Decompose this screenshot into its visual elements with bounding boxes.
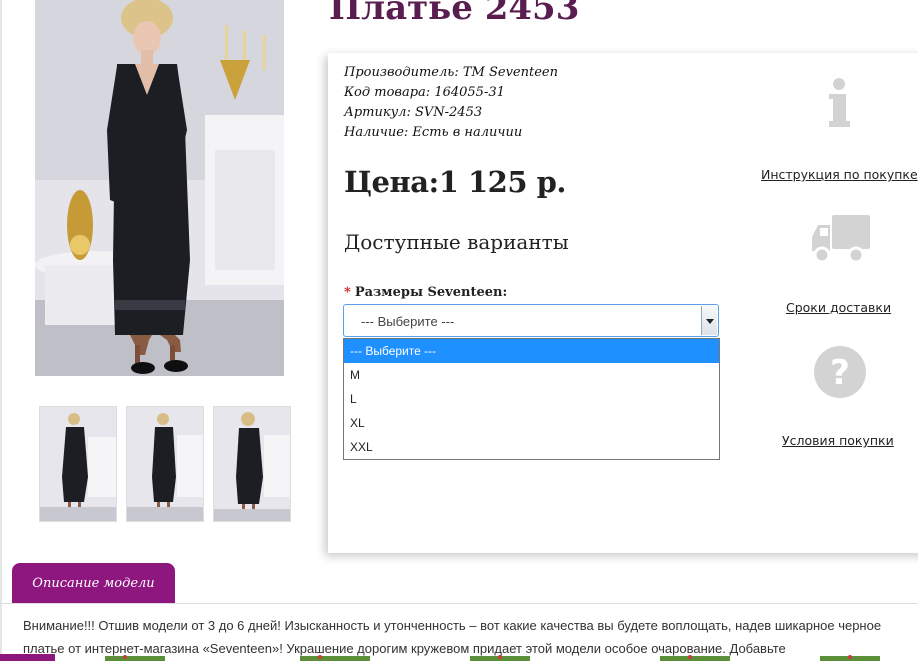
meta-label: Артикул: <box>344 105 411 120</box>
question-icon: ? <box>813 345 867 404</box>
product-info-panel: Производитель: TM Seventeen Код товара: … <box>328 53 918 553</box>
meta-value: 164055-31 <box>434 85 505 100</box>
meta-value: TM Seventeen <box>462 65 558 80</box>
page-left-border <box>0 0 2 661</box>
delivery-truck-icon <box>810 213 872 270</box>
size-option[interactable]: XL <box>344 411 719 435</box>
size-option[interactable]: L <box>344 387 719 411</box>
variants-heading: Доступные варианты <box>344 230 569 254</box>
tab-description[interactable]: Описание модели <box>12 563 175 604</box>
delivery-terms-link[interactable]: Сроки доставки <box>786 300 891 315</box>
manufacturer-row: Производитель: TM Seventeen <box>344 63 558 83</box>
size-select[interactable]: --- Выберите --- <box>343 304 719 337</box>
size-select-label: * Размеры Seventeen: <box>344 285 507 300</box>
svg-text:?: ? <box>830 353 850 393</box>
size-label-text: Размеры Seventeen: <box>354 285 508 300</box>
availability-row: Наличие: Есть в наличии <box>344 123 558 143</box>
product-title: Платье 2453 <box>329 0 580 28</box>
product-thumbnail-1[interactable] <box>39 406 117 522</box>
product-thumbnail-2[interactable] <box>126 406 204 522</box>
meta-label: Производитель: <box>344 65 459 80</box>
dress-model-image <box>35 0 284 376</box>
product-meta: Производитель: TM Seventeen Код товара: … <box>344 63 558 143</box>
chevron-down-icon[interactable] <box>701 306 717 335</box>
meta-label: Код товара: <box>344 85 431 100</box>
required-mark: * <box>344 285 351 300</box>
info-icon <box>826 78 852 133</box>
decorative-garland <box>0 654 880 661</box>
size-option[interactable]: M <box>344 363 719 387</box>
product-thumbnail-3[interactable] <box>213 406 291 522</box>
tab-divider <box>0 603 918 604</box>
size-dropdown-list: --- Выберите --- M L XL XXL <box>343 338 720 460</box>
product-main-photo[interactable] <box>35 0 284 376</box>
size-select-value: --- Выберите --- <box>361 314 455 329</box>
purchase-conditions-link[interactable]: Условия покупки <box>782 433 894 448</box>
size-option[interactable]: XXL <box>344 435 719 459</box>
size-option[interactable]: --- Выберите --- <box>344 339 719 363</box>
sku-row: Артикул: SVN-2453 <box>344 103 558 123</box>
meta-value: Есть в наличии <box>412 125 523 140</box>
meta-label: Наличие: <box>344 125 409 140</box>
thumbnail-image <box>127 407 203 521</box>
product-price: Цена:1 125 р. <box>344 165 566 199</box>
thumbnail-image <box>214 407 290 521</box>
purchase-instructions-link[interactable]: Инструкция по покупке <box>761 167 918 182</box>
thumbnail-image <box>40 407 116 521</box>
product-code-row: Код товара: 164055-31 <box>344 83 558 103</box>
meta-value: SVN-2453 <box>414 105 483 120</box>
